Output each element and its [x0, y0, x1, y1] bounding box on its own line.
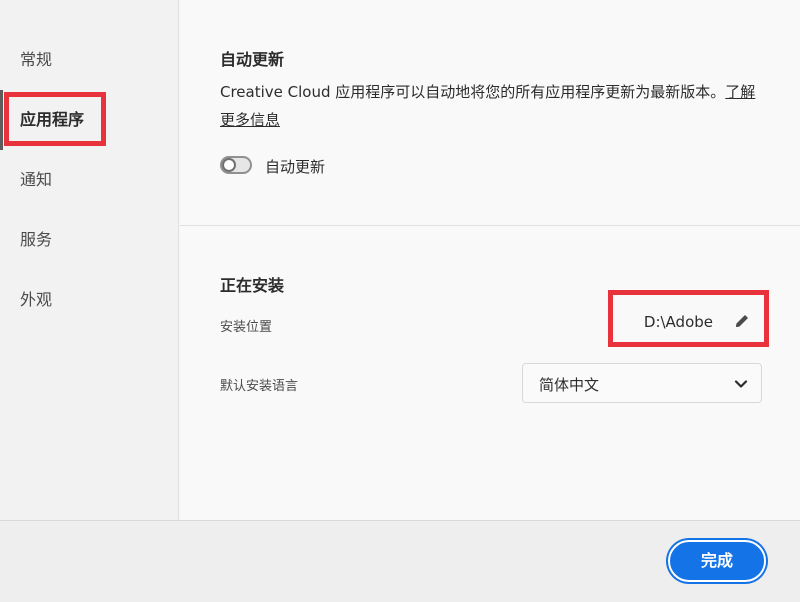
auto-update-description-text: Creative Cloud 应用程序可以自动地将您的所有应用程序更新为最新版本… — [220, 83, 726, 101]
install-location-field: D:\Adobe — [620, 300, 765, 340]
sidebar: 常规 应用程序 通知 服务 外观 — [0, 0, 179, 520]
sidebar-item-notifications[interactable]: 通知 — [20, 165, 52, 195]
toggle-knob — [222, 158, 236, 172]
install-location-value: D:\Adobe — [643, 313, 713, 331]
auto-update-toggle-label: 自动更新 — [265, 158, 326, 176]
installing-heading: 正在安装 — [220, 276, 285, 295]
done-button[interactable]: 完成 — [668, 540, 766, 582]
sidebar-item-services[interactable]: 服务 — [20, 225, 52, 255]
preferences-dialog: 常规 应用程序 通知 服务 外观 自动更新 Creative Cloud 应用程… — [0, 0, 800, 602]
sidebar-item-general[interactable]: 常规 — [20, 45, 52, 75]
sidebar-item-appearance[interactable]: 外观 — [20, 285, 52, 315]
install-location-label: 安装位置 — [220, 320, 273, 335]
section-divider — [180, 225, 800, 226]
chevron-down-icon — [734, 380, 748, 388]
sidebar-item-apps[interactable]: 应用程序 — [20, 105, 84, 135]
language-select-value: 简体中文 — [539, 376, 600, 394]
auto-update-heading: 自动更新 — [220, 50, 285, 69]
language-select[interactable]: 简体中文 — [522, 363, 762, 403]
auto-update-toggle[interactable] — [220, 156, 252, 174]
sidebar-active-marker — [0, 90, 3, 150]
pencil-icon[interactable] — [733, 312, 751, 330]
auto-update-description: Creative Cloud 应用程序可以自动地将您的所有应用程序更新为最新版本… — [220, 78, 765, 134]
default-language-label: 默认安装语言 — [220, 379, 299, 394]
